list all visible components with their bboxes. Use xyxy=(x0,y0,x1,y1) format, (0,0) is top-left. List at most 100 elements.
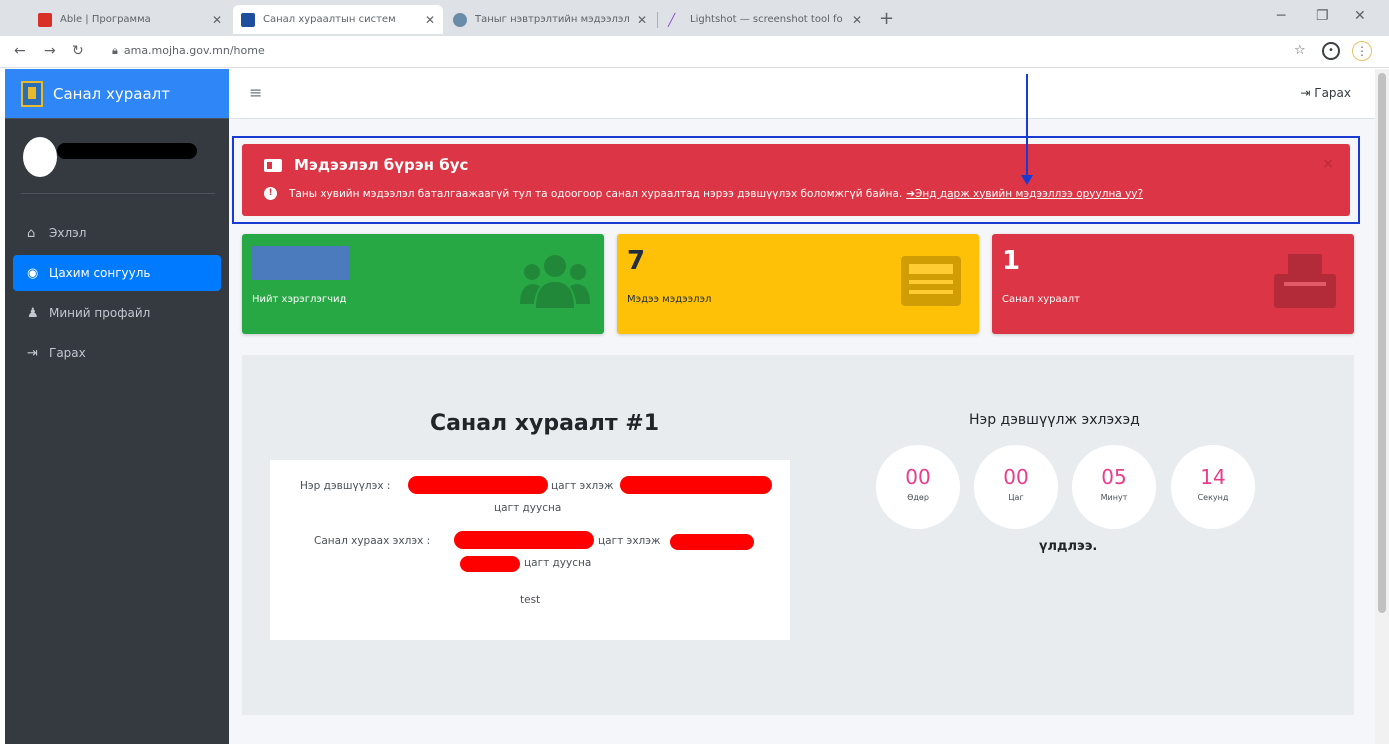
starts-at-label: цагт эхлэж xyxy=(551,480,614,492)
logout-link[interactable]: ⇥ Гарах xyxy=(1300,86,1351,100)
sidebar-item-logout[interactable]: ⇥ Гарах xyxy=(13,335,221,371)
content-wrapper: Мэдээлэл бүрэн бус ! Таны хувийн мэдээлэ… xyxy=(229,74,1375,744)
redacted-date xyxy=(454,531,594,549)
starts-at-label: цагт эхлэж xyxy=(598,535,661,547)
ends-at-label: цагт дуусна xyxy=(524,557,592,569)
id-card-icon xyxy=(264,158,282,172)
tab-close-icon[interactable]: ✕ xyxy=(852,13,862,27)
browser-tab[interactable]: Able | Программа ✕ xyxy=(30,5,230,34)
browser-menu-icon[interactable]: ⋮ xyxy=(1352,41,1372,61)
sidebar-item-label: Гарах xyxy=(49,346,86,360)
countdown-label: Секунд xyxy=(1197,493,1229,502)
countdown-seconds: 14 Секунд xyxy=(1171,445,1255,529)
alert-message: ! Таны хувийн мэдээлэл баталгаажаагүй ту… xyxy=(264,187,1143,200)
countdown-label: Цаг xyxy=(1008,493,1024,502)
redacted-date xyxy=(460,556,520,572)
scrollbar-thumb[interactable] xyxy=(1378,73,1386,613)
complete-profile-link[interactable]: ➔Энд дарж хувийн мэдээллээ оруулна уу? xyxy=(906,188,1143,200)
tab-title: Таныг нэвтрэлтийн мэдээлэл xyxy=(475,14,630,25)
url-text: ama.mojha.gov.mn/home xyxy=(123,44,265,57)
tab-title: Lightshot — screenshot tool fo xyxy=(690,14,843,25)
avatar xyxy=(23,137,57,177)
browser-tab-active[interactable]: Санал хураалтын систем ✕ xyxy=(233,5,443,34)
alert-link-text: Энд дарж хувийн мэдээллээ оруулна уу? xyxy=(915,187,1144,200)
address-bar: ← → ↻ 🔒︎ ama.mojha.gov.mn/home ☆ • ⋮ xyxy=(0,36,1389,68)
top-navbar: ≡ ⇥ Гарах xyxy=(229,69,1375,119)
annotation-highlight-box: Мэдээлэл бүрэн бус ! Таны хувийн мэдээлэ… xyxy=(232,136,1360,224)
sidebar-item-profile[interactable]: ♟ Миний профайл xyxy=(13,295,221,331)
logout-label: Гарах xyxy=(1314,86,1351,100)
ends-at-label: цагт дуусна xyxy=(494,502,562,514)
brand-link[interactable]: Санал хураалт xyxy=(5,69,229,119)
annotation-arrow xyxy=(1026,74,1028,176)
sidebar-item-home[interactable]: ⌂ Эхлэл xyxy=(13,215,221,251)
divider xyxy=(21,193,215,194)
sidebar-item-label: Миний профайл xyxy=(49,306,151,320)
tab-close-icon[interactable]: ✕ xyxy=(637,13,647,27)
logo-icon xyxy=(21,80,43,107)
countdown-value: 05 xyxy=(1101,465,1127,489)
reload-icon[interactable]: ↻ xyxy=(72,43,84,59)
browser-tab-bar: Able | Программа ✕ Санал хураалтын систе… xyxy=(0,0,1389,36)
browser-tab[interactable]: Таныг нэвтрэлтийн мэдээлэл ✕ xyxy=(445,5,655,34)
incomplete-info-alert: Мэдээлэл бүрэн бус ! Таны хувийн мэдээлэ… xyxy=(242,144,1350,216)
sidebar-menu: ⌂ Эхлэл ◉ Цахим сонгууль ♟ Миний профайл… xyxy=(13,215,221,375)
countdown-value: 00 xyxy=(1003,465,1029,489)
alert-title-text: Мэдээлэл бүрэн бус xyxy=(294,156,469,174)
poll-details-card: Нэр дэвшүүлэх : цагт эхлэж цагт дуусна С… xyxy=(270,460,790,640)
back-icon[interactable]: ← xyxy=(14,43,26,59)
countdown-value: 00 xyxy=(905,465,931,489)
new-tab-button[interactable]: + xyxy=(879,8,894,29)
redacted-user-count xyxy=(252,246,350,280)
redacted-user-name xyxy=(57,143,197,159)
bookmark-star-icon[interactable]: ☆ xyxy=(1294,43,1306,58)
stat-card-polls: 1 Санал хураалт xyxy=(992,234,1354,334)
countdown-minutes: 05 Минут xyxy=(1072,445,1156,529)
poll-section: Санал хураалт #1 Нэр дэвшүүлэх : цагт эх… xyxy=(242,355,1354,715)
countdown-label: Өдөр xyxy=(907,493,929,502)
browser-tab[interactable]: ╱ Lightshot — screenshot tool fo ✕ xyxy=(660,5,870,34)
url-field[interactable]: 🔒︎ ama.mojha.gov.mn/home xyxy=(112,44,265,58)
home-icon: ⌂ xyxy=(27,225,36,241)
sidebar-item-label: Эхлэл xyxy=(49,226,87,240)
ballot-box-icon xyxy=(1274,254,1336,308)
stat-card-users: Нийт хэрэглэгчид xyxy=(242,234,604,334)
stat-card-news: 7 Мэдээ мэдээлэл xyxy=(617,234,979,334)
tab-close-icon[interactable]: ✕ xyxy=(425,13,435,27)
stat-value: 1 xyxy=(1002,246,1021,276)
sidebar-item-e-election[interactable]: ◉ Цахим сонгууль xyxy=(13,255,221,291)
info-icon: ! xyxy=(264,187,277,200)
countdown-title: Нэр дэвшүүлж эхлэхэд xyxy=(969,412,1140,428)
alert-message-text: Таны хувийн мэдээлэл баталгаажаагүй тул … xyxy=(289,187,903,200)
forward-icon[interactable]: → xyxy=(44,43,56,59)
tab-title: Able | Программа xyxy=(60,14,151,25)
newspaper-icon xyxy=(901,256,961,306)
redacted-date xyxy=(670,534,754,550)
countdown-hours: 00 Цаг xyxy=(974,445,1058,529)
annotation-arrow-head xyxy=(1021,175,1033,185)
maximize-icon[interactable]: ❐ xyxy=(1316,8,1329,24)
page-scrollbar[interactable] xyxy=(1375,69,1389,744)
users-icon xyxy=(520,255,590,308)
tab-separator xyxy=(657,12,658,28)
brand-text: Санал хураалт xyxy=(53,84,171,103)
stat-label: Нийт хэрэглэгчид xyxy=(252,294,347,305)
lightshot-icon: ╱ xyxy=(668,12,676,27)
countdown-value: 14 xyxy=(1200,465,1226,489)
minimize-icon[interactable]: ─ xyxy=(1277,8,1285,24)
close-window-icon[interactable]: ✕ xyxy=(1354,8,1366,24)
tab-favicon-icon xyxy=(241,12,255,27)
tab-close-icon[interactable]: ✕ xyxy=(212,13,222,27)
user-panel xyxy=(5,119,229,195)
countdown-suffix: үлдлээ. xyxy=(1039,539,1098,554)
stat-label: Мэдээ мэдээлэл xyxy=(627,294,712,305)
sign-out-icon: ⇥ xyxy=(27,345,38,361)
alert-close-icon[interactable]: × xyxy=(1322,156,1334,172)
voting-start-label: Санал хураах эхлэх : xyxy=(314,535,431,547)
countdown-days: 00 Өдөр xyxy=(876,445,960,529)
stat-label: Санал хураалт xyxy=(1002,294,1081,305)
redacted-date xyxy=(620,476,772,494)
account-icon[interactable]: • xyxy=(1322,42,1340,60)
nomination-label: Нэр дэвшүүлэх : xyxy=(300,480,391,492)
hamburger-menu-icon[interactable]: ≡ xyxy=(249,83,262,102)
